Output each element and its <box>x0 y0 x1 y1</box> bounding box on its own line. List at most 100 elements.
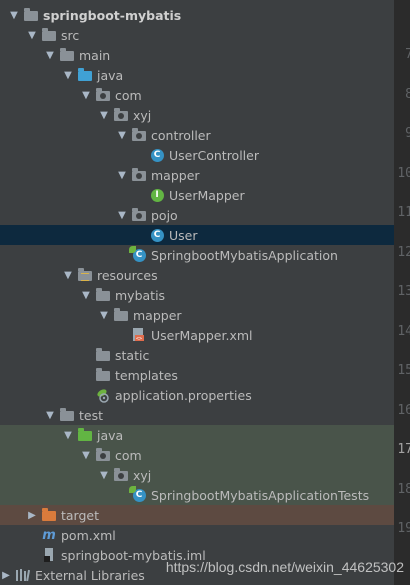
arrow-spacer <box>134 185 146 205</box>
line-number: 19 <box>397 521 410 536</box>
tree-node-pom-xml[interactable]: m pom.xml <box>0 525 394 545</box>
tree-node-springboot-mybatis[interactable]: ▼ springboot-mybatis <box>0 5 394 25</box>
tree-node-springbootmybatisapplication[interactable]: C SpringbootMybatisApplication <box>0 245 394 265</box>
package-icon <box>95 87 111 103</box>
tree-node-java[interactable]: ▼ java <box>0 65 394 85</box>
interface-icon: I <box>149 187 165 203</box>
folder-icon <box>41 507 57 523</box>
tree-node-controller[interactable]: ▼ controller <box>0 125 394 145</box>
svg-text:<>: <> <box>136 336 142 342</box>
tree-node-label: target <box>61 507 100 523</box>
arrow-spacer <box>26 545 38 565</box>
expand-arrow-icon[interactable]: ▼ <box>62 425 74 445</box>
resources-folder-icon <box>77 267 93 283</box>
expand-arrow-icon[interactable]: ▼ <box>44 405 56 425</box>
package-icon <box>95 447 111 463</box>
tree-node-main[interactable]: ▼ main <box>0 45 394 65</box>
tree-node-label: UserController <box>169 147 259 163</box>
tree-node-templates[interactable]: templates <box>0 365 394 385</box>
tree-node-label: pom.xml <box>61 527 116 543</box>
tree-node-com[interactable]: ▼ com <box>0 85 394 105</box>
line-number: 10 <box>397 165 410 181</box>
collapse-arrow-icon[interactable]: ▶ <box>26 505 38 525</box>
expand-arrow-icon[interactable]: ▼ <box>116 165 128 185</box>
tree-node-target[interactable]: ▶ target <box>0 505 394 525</box>
folder-icon <box>41 27 57 43</box>
expand-arrow-icon[interactable]: ▼ <box>62 65 74 85</box>
folder-icon <box>59 47 75 63</box>
tree-node-usermapper-xml[interactable]: <> UserMapper.xml <box>0 325 394 345</box>
expand-arrow-icon[interactable]: ▼ <box>80 285 92 305</box>
arrow-spacer <box>134 225 146 245</box>
tree-node-usermapper[interactable]: I UserMapper <box>0 185 394 205</box>
tree-node-mapper[interactable]: ▼ mapper <box>0 305 394 325</box>
expand-arrow-icon[interactable]: ▼ <box>80 445 92 465</box>
package-icon <box>131 167 147 183</box>
package-icon <box>131 127 147 143</box>
line-number: 16 <box>397 402 410 418</box>
tree-node-label: resources <box>97 267 158 283</box>
tree-node-mybatis[interactable]: ▼ mybatis <box>0 285 394 305</box>
tree-node-label: java <box>97 67 124 83</box>
line-number: 15 <box>397 363 410 378</box>
tree-node-springbootmybatisapplicationtests[interactable]: C SpringbootMybatisApplicationTests <box>0 485 394 505</box>
expand-arrow-icon[interactable]: ▼ <box>26 25 38 45</box>
expand-arrow-icon[interactable]: ▼ <box>98 465 110 485</box>
expand-arrow-icon[interactable]: ▼ <box>80 85 92 105</box>
folder-icon <box>95 367 111 383</box>
tree-node-test[interactable]: ▼ test <box>0 405 394 425</box>
tree-node-xyj[interactable]: ▼ xyj <box>0 465 394 485</box>
folder-icon <box>113 307 129 323</box>
tree-node-usercontroller[interactable]: C UserController <box>0 145 394 165</box>
collapse-arrow-icon[interactable]: ▶ <box>0 565 12 585</box>
line-number: 9 <box>405 126 410 141</box>
tree-node-label: UserMapper.xml <box>151 327 253 343</box>
folder-icon <box>23 7 39 23</box>
arrow-spacer <box>80 365 92 385</box>
tree-node-xyj[interactable]: ▼ xyj <box>0 105 394 125</box>
class-icon: C <box>149 147 165 163</box>
tree-node-static[interactable]: static <box>0 345 394 365</box>
tree-node-application-properties[interactable]: application.properties <box>0 385 394 405</box>
editor-line-gutter: 7 8 9 10 11 12 13 14 15 16 17 18 19 <box>394 0 410 585</box>
class-icon: C <box>149 227 165 243</box>
tree-node-label: com <box>115 447 142 463</box>
tree-node-com[interactable]: ▼ com <box>0 445 394 465</box>
expand-arrow-icon[interactable]: ▼ <box>8 5 20 25</box>
expand-arrow-icon[interactable]: ▼ <box>44 45 56 65</box>
tree-node-java[interactable]: ▼ java <box>0 425 394 445</box>
expand-arrow-icon[interactable]: ▼ <box>116 205 128 225</box>
arrow-spacer <box>80 385 92 405</box>
iml-file-icon <box>41 547 57 563</box>
arrow-spacer <box>116 325 128 345</box>
folder-icon <box>95 347 111 363</box>
tree-node-label: src <box>61 27 80 43</box>
line-number: 8 <box>405 86 410 102</box>
maven-icon: m <box>42 527 56 543</box>
folder-icon <box>77 67 93 83</box>
expand-arrow-icon[interactable]: ▼ <box>98 305 110 325</box>
arrow-spacer <box>26 525 38 545</box>
arrow-spacer <box>116 245 128 265</box>
line-number: 12 <box>397 244 410 260</box>
expand-arrow-icon[interactable]: ▼ <box>116 125 128 145</box>
tree-node-resources[interactable]: ▼ resources <box>0 265 394 285</box>
arrow-spacer <box>80 345 92 365</box>
external-libraries-icon <box>15 567 31 583</box>
tree-node-label: java <box>97 427 124 443</box>
tree-node-label: main <box>79 47 111 63</box>
tree-node-pojo[interactable]: ▼ pojo <box>0 205 394 225</box>
xml-file-icon: <> <box>131 327 147 343</box>
expand-arrow-icon[interactable]: ▼ <box>62 265 74 285</box>
line-number: 18 <box>397 481 410 497</box>
arrow-spacer <box>134 145 146 165</box>
folder-icon <box>59 407 75 423</box>
tree-node-label: application.properties <box>115 387 252 403</box>
tree-node-user[interactable]: C User <box>0 225 394 245</box>
tree-node-label: templates <box>115 367 178 383</box>
tree-node-label: test <box>79 407 104 423</box>
package-icon <box>131 207 147 223</box>
expand-arrow-icon[interactable]: ▼ <box>98 105 110 125</box>
tree-node-src[interactable]: ▼ src <box>0 25 394 45</box>
tree-node-mapper[interactable]: ▼ mapper <box>0 165 394 185</box>
